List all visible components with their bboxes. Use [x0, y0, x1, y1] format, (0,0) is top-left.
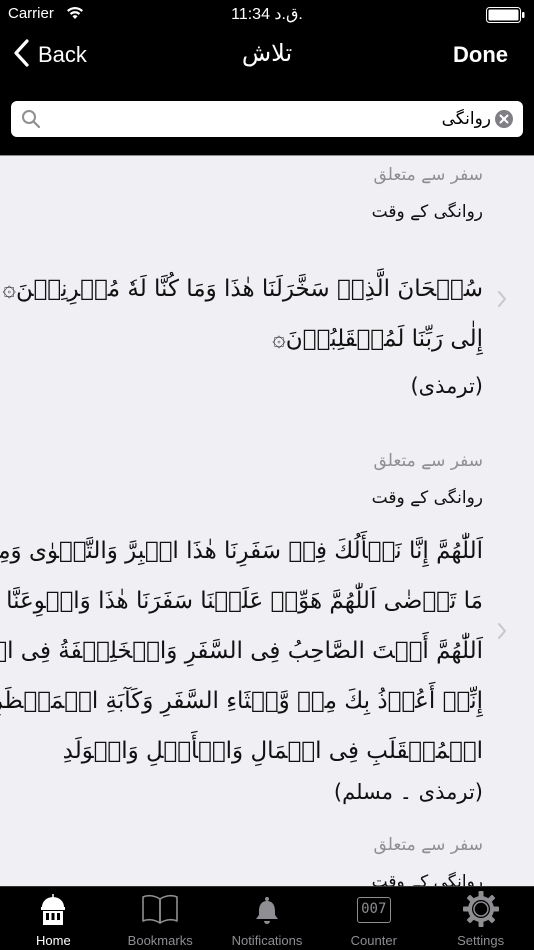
result-category: سفر سے متعلق [373, 451, 483, 471]
navigation-bar: Back تلاش Done [0, 30, 534, 80]
battery-icon [486, 7, 526, 23]
home-icon [38, 893, 68, 931]
dua-line: إِلٰی رَبِّنَا لَمُنۡقَلِبُوۡنَ۞ [272, 326, 483, 352]
dua-line: سُبۡحَانَ الَّذِیۡ سَخَّرَلَنَا ھٰذَا وَ… [0, 276, 483, 302]
bell-icon [253, 893, 281, 929]
book-icon [141, 893, 179, 929]
tab-settings[interactable]: Settings [427, 887, 534, 950]
tab-bookmarks[interactable]: Bookmarks [107, 887, 214, 950]
tab-label: Home [36, 933, 71, 948]
counter-display: 007 [356, 897, 391, 923]
dua-line: اَللّٰھُمَّ إِنَّا نَسۡأَلُكَ فِیۡ سَفَر… [0, 538, 483, 564]
tab-label: Notifications [231, 933, 303, 948]
chevron-right-icon [497, 290, 507, 312]
result-subtitle: روانگی کے وقت [371, 488, 483, 508]
list-item[interactable]: سفر سے متعلق روانگی کے وقت [0, 834, 534, 886]
dua-line: الۡمُنۡقَلَبِ فِی الۡمَالِ وَالۡأَھۡلِ و… [62, 738, 483, 764]
dua-line: مَا تَرۡضٰی اَللّٰھُمَّ ھَوِّنۡ عَلَیۡنَ… [0, 588, 483, 614]
tab-home[interactable]: Home [0, 887, 107, 950]
done-button[interactable]: Done [453, 42, 508, 68]
counter-icon: 007 [356, 897, 391, 923]
search-results-list: سفر سے متعلق روانگی کے وقت سُبۡحَانَ الَ… [0, 156, 534, 886]
list-item[interactable]: سفر سے متعلق روانگی کے وقت اَللّٰھُمَّ إ… [0, 450, 534, 810]
dua-line: إِنِّیۡ أَعُوۡذُ بِكَ مِنۡ وَّعۡثَاءِ ال… [0, 688, 483, 714]
search-input[interactable] [51, 103, 491, 135]
status-time: 11:34 ق.د. [231, 6, 303, 23]
result-category: سفر سے متعلق [373, 165, 483, 185]
search-icon [21, 109, 41, 133]
tab-counter[interactable]: 007 Counter [320, 887, 427, 950]
search-field-container [11, 101, 523, 137]
result-source: (ترمذی ۔ مسلم) [333, 780, 483, 804]
status-bar: Carrier 11:34 ق.د. [0, 0, 534, 30]
list-item[interactable]: سفر سے متعلق روانگی کے وقت سُبۡحَانَ الَ… [0, 164, 534, 404]
result-source: (ترمذی) [410, 374, 483, 398]
tab-bar: Home Bookmarks Notifications 007 Counter [0, 886, 534, 950]
result-category: سفر سے متعلق [373, 835, 483, 855]
tab-label: Counter [350, 933, 397, 948]
tab-notifications[interactable]: Notifications [214, 887, 321, 950]
clear-search-icon[interactable] [495, 110, 513, 128]
chevron-right-icon [497, 622, 507, 644]
gear-icon [461, 891, 501, 933]
tab-label: Settings [457, 933, 505, 948]
result-subtitle: روانگی کے وقت [371, 202, 483, 222]
tab-label: Bookmarks [127, 933, 193, 948]
search-bar [0, 80, 534, 156]
result-subtitle: روانگی کے وقت [371, 872, 483, 886]
dua-line: اَللّٰھُمَّ أَنۡتَ الصَّاحِبُ فِی السَّف… [0, 638, 483, 664]
